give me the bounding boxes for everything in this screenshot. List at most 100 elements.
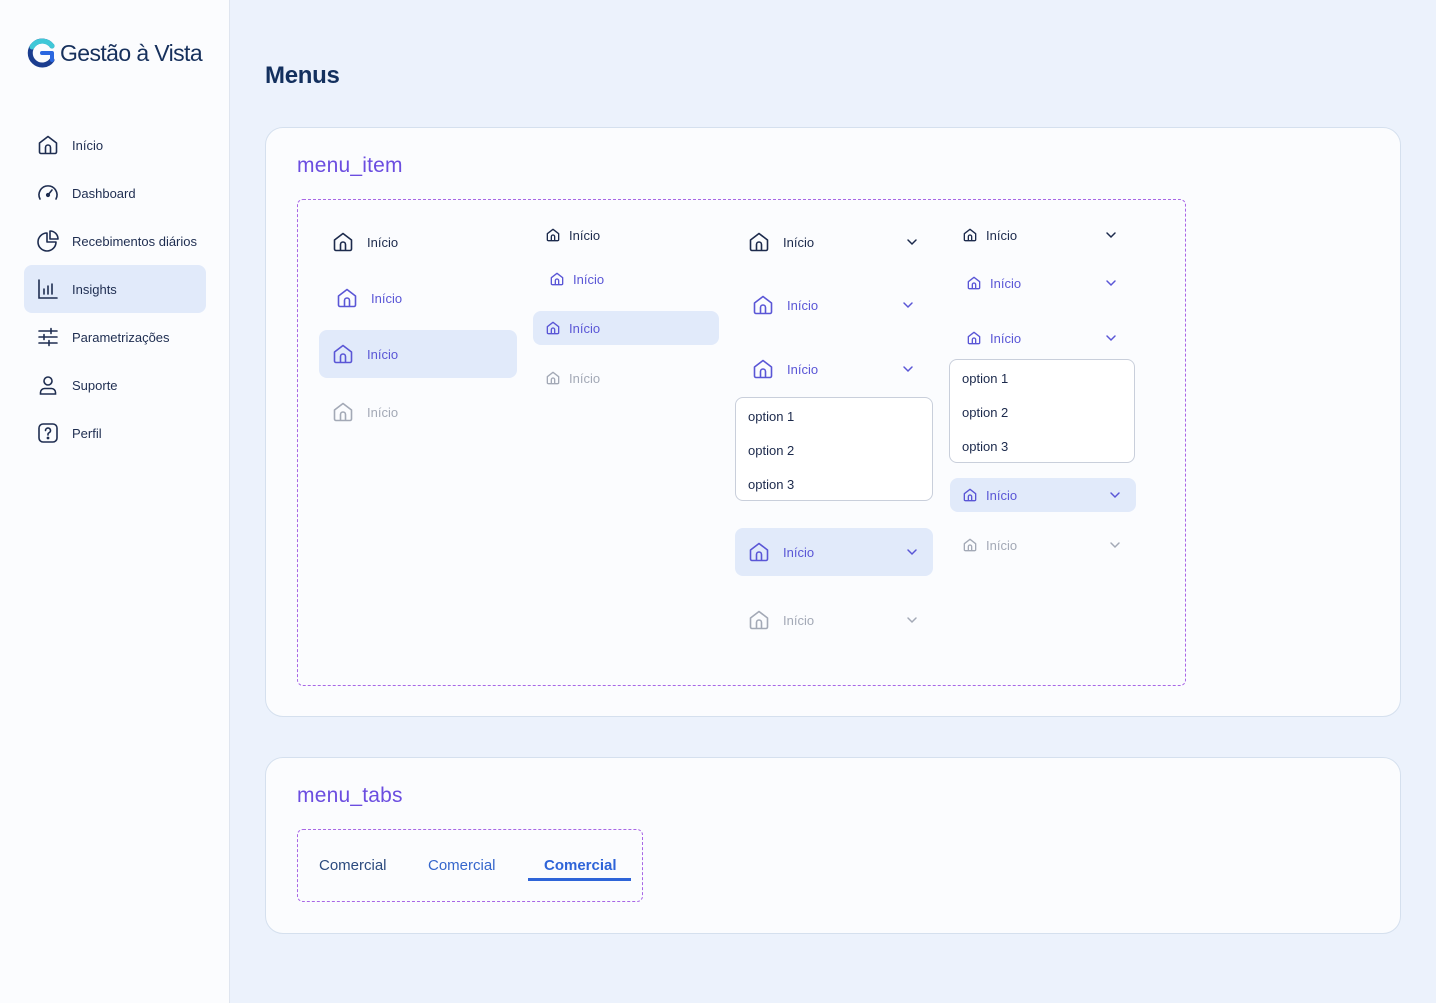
sidebar-item-label: Dashboard — [72, 185, 136, 201]
menu-item-default[interactable]: Início — [319, 218, 517, 266]
menu-item-label: Início — [367, 404, 399, 420]
menu-tabs-card: menu_tabs — [265, 757, 1401, 934]
menu-item-label: Início — [367, 234, 399, 250]
dropdown-options-small: option 1 option 2 option 3 — [949, 359, 1135, 463]
sidebar-item-insights[interactable]: Insights — [24, 265, 206, 313]
menu-item-small-default[interactable]: Início — [533, 218, 719, 252]
home-icon — [962, 537, 978, 553]
menu-item-label: Início — [783, 544, 815, 560]
home-icon — [751, 293, 775, 317]
page-title: Menus — [265, 62, 340, 89]
sidebar-item-label: Perfil — [72, 425, 102, 441]
menu-item-disabled: Início — [319, 388, 517, 436]
sidebar-item-parametrizacoes[interactable]: Parametrizações — [24, 313, 206, 361]
home-icon — [545, 320, 561, 336]
menu-dropdown-default[interactable]: Início — [735, 218, 933, 266]
sliders-icon — [36, 325, 60, 349]
sidebar-item-label: Recebimentos diários — [72, 233, 198, 249]
home-icon — [747, 230, 771, 254]
sidebar-item-perfil[interactable]: Perfil — [24, 409, 206, 457]
dropdown-option[interactable]: option 2 — [962, 405, 1008, 420]
sidebar: Gestão à Vista Início Dashboard Recebime… — [0, 0, 230, 1003]
menu-item-label: Início — [986, 537, 1018, 553]
dropdown-option[interactable]: option 3 — [748, 477, 794, 492]
sidebar-item-label: Parametrizações — [72, 329, 170, 345]
menu-item-label: Início — [783, 612, 815, 628]
sidebar-item-suporte[interactable]: Suporte — [24, 361, 206, 409]
menu-dropdown-small-default[interactable]: Início — [950, 218, 1136, 252]
sidebar-item-label: Início — [72, 137, 104, 153]
chevron-down-icon — [1104, 276, 1118, 290]
home-icon — [335, 286, 359, 310]
menu-dropdown-small-open[interactable]: Início — [950, 321, 1136, 355]
sidebar-item-recebimentos[interactable]: Recebimentos diários — [24, 217, 206, 265]
menu-item-label: Início — [367, 346, 399, 362]
menu-item-label: Início — [569, 320, 601, 336]
dropdown-option[interactable]: option 3 — [962, 439, 1008, 454]
tab-active-indicator — [528, 878, 631, 881]
menu-dropdown-disabled: Início — [735, 596, 933, 644]
app-logo[interactable]: Gestão à Vista — [26, 38, 203, 68]
chevron-down-icon — [905, 235, 919, 249]
chevron-down-icon — [1104, 228, 1118, 242]
chevron-down-icon — [1104, 331, 1118, 345]
menu-dropdown-open[interactable]: Início — [735, 345, 933, 393]
pie-chart-icon — [36, 229, 60, 253]
menu-item-selected[interactable]: Início — [319, 330, 517, 378]
sidebar-item-inicio[interactable]: Início — [24, 121, 206, 169]
home-icon — [545, 227, 561, 243]
tab-comercial-default[interactable]: Comercial — [319, 857, 387, 874]
menu-dropdown-small-hover[interactable]: Início — [950, 266, 1136, 300]
dropdown-option[interactable]: option 2 — [748, 443, 794, 458]
menu-item-label: Início — [569, 227, 601, 243]
menu-dropdown-hover[interactable]: Início — [735, 281, 933, 329]
tab-comercial-active[interactable]: Comercial — [544, 857, 617, 874]
home-icon — [751, 357, 775, 381]
menu-item-label: Início — [371, 290, 403, 306]
help-icon — [36, 421, 60, 445]
user-icon — [36, 373, 60, 397]
menu-dropdown-small-disabled: Início — [950, 528, 1136, 562]
menu-item-small-disabled: Início — [533, 361, 719, 395]
home-icon — [747, 540, 771, 564]
home-icon — [962, 487, 978, 503]
menu-dropdown-small-selected[interactable]: Início — [950, 478, 1136, 512]
section-title: menu_item — [297, 154, 403, 177]
dropdown-option[interactable]: option 1 — [748, 409, 794, 424]
chevron-down-icon — [901, 298, 915, 312]
menu-item-small-hover[interactable]: Início — [533, 262, 719, 296]
menu-item-label: Início — [787, 297, 819, 313]
section-title: menu_tabs — [297, 784, 403, 807]
sidebar-item-dashboard[interactable]: Dashboard — [24, 169, 206, 217]
chevron-down-icon — [905, 613, 919, 627]
menu-dropdown-selected[interactable]: Início — [735, 528, 933, 576]
home-icon — [966, 275, 982, 291]
menu-item-label: Início — [787, 361, 819, 377]
sidebar-item-label: Insights — [72, 281, 117, 297]
chevron-down-icon — [901, 362, 915, 376]
dropdown-option[interactable]: option 1 — [962, 371, 1008, 386]
menu-item-small-selected[interactable]: Início — [533, 311, 719, 345]
chevron-down-icon — [905, 545, 919, 559]
home-icon — [545, 370, 561, 386]
menu-item-label: Início — [783, 234, 815, 250]
logo-text: Gestão à Vista — [60, 39, 203, 66]
dropdown-options-large: option 1 option 2 option 3 — [735, 397, 933, 501]
menu-item-label: Início — [573, 271, 605, 287]
home-icon — [331, 230, 355, 254]
home-icon — [747, 608, 771, 632]
chevron-down-icon — [1108, 488, 1122, 502]
menu-item-hover[interactable]: Início — [319, 274, 517, 322]
logo-icon — [27, 38, 55, 68]
menu-item-label: Início — [990, 330, 1022, 346]
home-icon — [331, 342, 355, 366]
chevron-down-icon — [1108, 538, 1122, 552]
sidebar-item-label: Suporte — [72, 377, 118, 393]
home-icon — [966, 330, 982, 346]
menu-item-label: Início — [569, 370, 601, 386]
menu-item-label: Início — [990, 275, 1022, 291]
menu-item-label: Início — [986, 487, 1018, 503]
home-icon — [331, 400, 355, 424]
menu-item-label: Início — [986, 227, 1018, 243]
tab-comercial-hover[interactable]: Comercial — [428, 857, 496, 874]
